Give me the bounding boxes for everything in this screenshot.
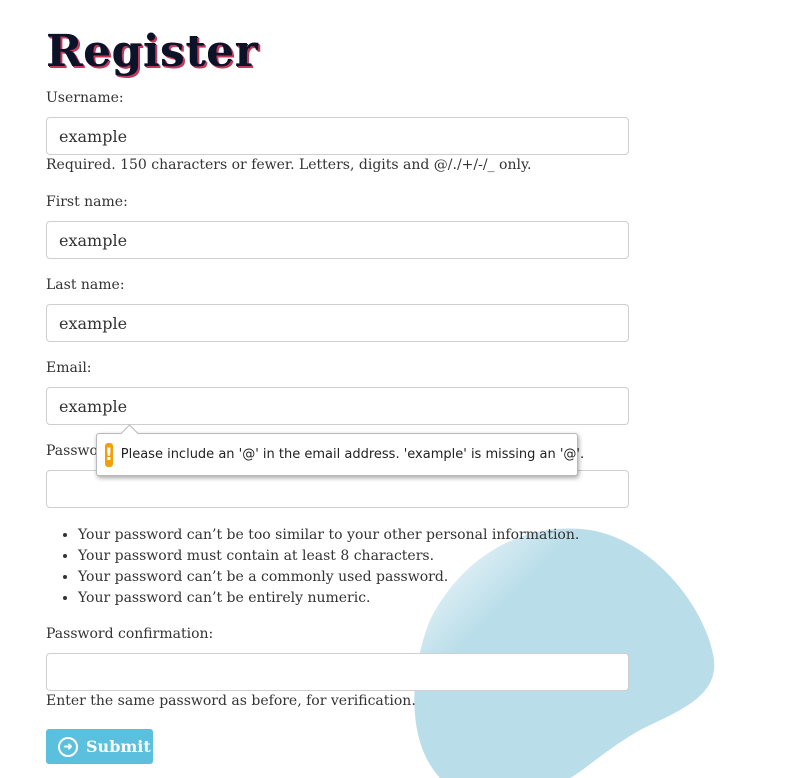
email-value: example (59, 396, 128, 416)
warning-icon: ! (105, 442, 113, 467)
last-name-label: Last name: (46, 277, 125, 293)
page-title: Register (46, 26, 259, 77)
validation-message: Please include an '@' in the email addre… (120, 447, 585, 462)
password-rule: Your password must contain at least 8 ch… (78, 546, 579, 567)
email-label: Email: (46, 360, 92, 376)
email-input[interactable]: example (46, 387, 629, 425)
submit-button[interactable]: ➜ Submit (46, 729, 153, 764)
email-validation-tooltip: ! Please include an '@' in the email add… (96, 433, 584, 476)
password-rule: Your password can’t be entirely numeric. (78, 588, 579, 609)
arrow-circle-right-icon: ➜ (58, 736, 78, 757)
password-rule: Your password can’t be a commonly used p… (78, 567, 579, 588)
first-name-input[interactable]: example (46, 221, 629, 259)
last-name-input[interactable]: example (46, 304, 629, 342)
password-confirmation-label: Password confirmation: (46, 626, 214, 642)
username-value: example (59, 126, 128, 146)
first-name-label: First name: (46, 194, 128, 210)
last-name-value: example (59, 313, 128, 333)
username-help-text: Required. 150 characters or fewer. Lette… (46, 157, 532, 173)
username-label: Username: (46, 90, 124, 106)
username-input[interactable]: example (46, 117, 629, 155)
first-name-value: example (59, 230, 128, 250)
password-rule: Your password can’t be too similar to yo… (78, 525, 579, 546)
password-confirmation-input[interactable] (46, 653, 629, 691)
password-rules-list: Your password can’t be too similar to yo… (78, 525, 579, 609)
submit-label: Submit (86, 737, 151, 756)
password-confirmation-help-text: Enter the same password as before, for v… (46, 693, 416, 709)
